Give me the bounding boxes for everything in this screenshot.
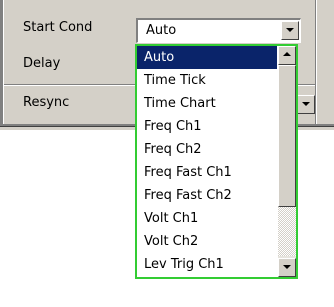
chevron-down-icon [302, 102, 310, 106]
chevron-up-icon [283, 52, 291, 56]
resync-label: Resync [23, 95, 70, 110]
start-cond-value: Auto [146, 23, 177, 38]
dropdown-option[interactable]: Lev Trig Ch1 [137, 253, 277, 276]
dropdown-option[interactable]: Freq Fast Ch2 [137, 184, 277, 207]
scroll-down-button[interactable] [278, 258, 296, 277]
start-cond-dropdown-list[interactable]: Auto Time Tick Time Chart Freq Ch1 Freq Ch2 F… [135, 44, 298, 279]
panel-right-divider-highlight [316, 0, 317, 124]
delay-label: Delay [23, 56, 61, 71]
chevron-down-icon [283, 265, 291, 269]
start-cond-dropdown-button[interactable] [281, 21, 299, 40]
chevron-down-icon [286, 28, 294, 32]
dropdown-option[interactable]: Volt Ch1 [137, 207, 277, 230]
dropdown-option[interactable]: Freq Fast Ch1 [137, 161, 277, 184]
resync-dropdown-button[interactable] [297, 95, 315, 114]
dropdown-option[interactable]: Volt Ch2 [137, 230, 277, 253]
start-cond-combobox[interactable]: Auto [136, 18, 301, 43]
dropdown-option[interactable]: Time Tick [137, 69, 277, 92]
dropdown-option[interactable]: Time Chart [137, 92, 277, 115]
option-list: Auto Time Tick Time Chart Freq Ch1 Freq Ch2 F… [137, 46, 277, 276]
scrollbar-thumb[interactable] [278, 65, 296, 207]
scroll-up-button[interactable] [278, 46, 296, 65]
start-cond-label: Start Cond [23, 20, 93, 35]
dropdown-option[interactable]: Freq Ch2 [137, 138, 277, 161]
dropdown-option[interactable]: Auto [137, 46, 277, 69]
dropdown-scrollbar[interactable] [278, 46, 296, 277]
dropdown-option[interactable]: Freq Ch1 [137, 115, 277, 138]
